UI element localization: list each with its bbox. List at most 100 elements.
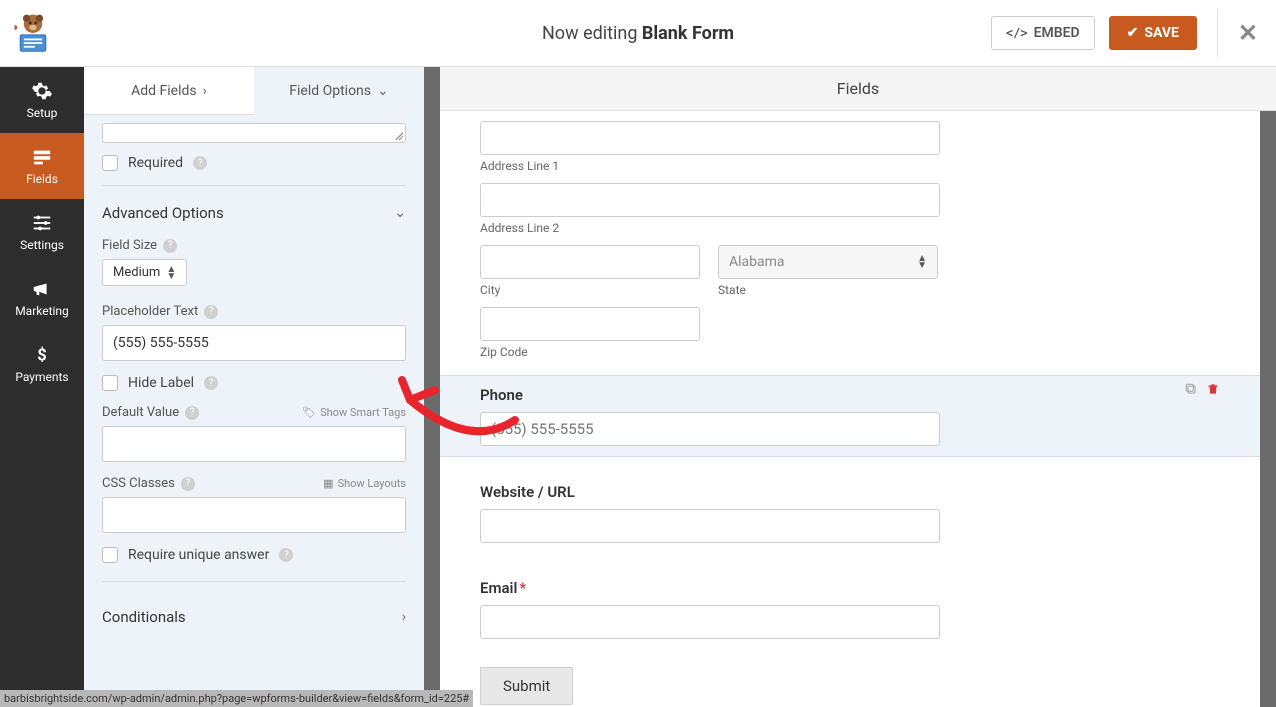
website-label: Website / URL xyxy=(480,483,1220,501)
submit-button[interactable]: Submit xyxy=(480,667,573,705)
address2-input[interactable] xyxy=(480,183,940,217)
state-label: State xyxy=(718,283,938,297)
conditionals-toggle[interactable]: Conditionals › xyxy=(102,594,406,640)
divider xyxy=(102,581,406,582)
show-smart-tags[interactable]: 🏷 Show Smart Tags xyxy=(302,406,406,419)
chevron-right-icon: › xyxy=(402,609,406,625)
field-size-label: Field Size xyxy=(102,238,157,253)
chevron-down-icon: ⌄ xyxy=(394,205,406,221)
email-label: Email xyxy=(480,579,517,597)
description-textarea[interactable] xyxy=(102,123,406,143)
select-value: Medium xyxy=(113,265,160,280)
css-classes-input[interactable] xyxy=(102,497,406,533)
canvas-heading: Fields xyxy=(440,67,1276,111)
close-icon[interactable]: ✕ xyxy=(1238,19,1258,47)
placeholder-label: Placeholder Text xyxy=(102,304,198,319)
tab-add-fields[interactable]: Add Fields › xyxy=(84,67,254,115)
city-label: City xyxy=(480,283,700,297)
status-bar: barbisbrightside.com/wp-admin/admin.php?… xyxy=(0,690,473,707)
required-checkbox[interactable] xyxy=(102,155,118,171)
dollar-icon: $ xyxy=(31,344,53,366)
css-classes-label: CSS Classes xyxy=(102,476,175,491)
help-icon[interactable]: ? xyxy=(204,305,218,319)
chevron-right-icon: › xyxy=(203,83,207,99)
section-label: Conditionals xyxy=(102,608,186,626)
phone-input[interactable] xyxy=(480,412,940,446)
hide-label-checkbox[interactable] xyxy=(102,375,118,391)
fields-icon xyxy=(31,146,53,168)
address1-label: Address Line 1 xyxy=(480,159,1220,173)
state-select[interactable]: Alabama ▲▼ xyxy=(718,245,938,279)
default-value-input[interactable] xyxy=(102,426,406,462)
nav-label: Payments xyxy=(15,370,68,384)
divider xyxy=(102,185,406,186)
chevron-down-icon: ⌄ xyxy=(377,83,389,99)
side-panel: Add Fields › Field Options ⌄ Required ? … xyxy=(84,67,440,707)
section-label: Advanced Options xyxy=(102,204,224,222)
tab-label: Add Fields xyxy=(131,83,197,99)
select-value: Alabama xyxy=(729,254,785,270)
nav-setup[interactable]: Setup xyxy=(0,67,84,133)
nav-label: Settings xyxy=(20,238,64,252)
zip-input[interactable] xyxy=(480,307,700,341)
unique-answer-checkbox[interactable] xyxy=(102,547,118,563)
embed-button[interactable]: </> EMBED xyxy=(991,16,1095,50)
gear-icon xyxy=(31,80,53,102)
nav-label: Fields xyxy=(26,172,58,186)
help-icon[interactable]: ? xyxy=(185,406,199,420)
embed-label: EMBED xyxy=(1034,25,1080,41)
nav-payments[interactable]: $ Payments xyxy=(0,331,84,397)
address1-input[interactable] xyxy=(480,121,940,155)
help-icon[interactable]: ? xyxy=(279,548,293,562)
save-label: SAVE xyxy=(1144,25,1179,41)
grid-icon: ▦ xyxy=(323,477,333,490)
email-input[interactable] xyxy=(480,605,940,639)
placeholder-input[interactable] xyxy=(102,325,406,361)
show-layouts-label: Show Layouts xyxy=(338,477,406,490)
updown-icon: ▲▼ xyxy=(166,266,176,280)
check-icon: ✔ xyxy=(1127,25,1139,41)
topbar: Now editing Blank Form </> EMBED ✔ SAVE … xyxy=(0,0,1276,67)
nav-label: Marketing xyxy=(15,304,69,318)
save-button[interactable]: ✔ SAVE xyxy=(1109,16,1197,50)
trash-icon[interactable] xyxy=(1206,382,1220,396)
nav-marketing[interactable]: Marketing xyxy=(0,265,84,331)
address2-label: Address Line 2 xyxy=(480,221,1220,235)
zip-label: Zip Code xyxy=(480,345,1220,359)
help-icon[interactable]: ? xyxy=(181,477,195,491)
editing-prefix: Now editing xyxy=(542,23,642,44)
phone-label: Phone xyxy=(480,386,1220,404)
tag-icon: 🏷 xyxy=(302,406,316,419)
field-size-select[interactable]: Medium ▲▼ xyxy=(102,259,187,286)
nav-label: Setup xyxy=(27,106,58,120)
advanced-options-toggle[interactable]: Advanced Options ⌄ xyxy=(102,198,406,228)
default-value-label: Default Value xyxy=(102,405,179,420)
left-nav: Setup Fields Settings Marketing $ Paymen… xyxy=(0,67,84,707)
smart-tags-label: Show Smart Tags xyxy=(320,406,406,419)
sliders-icon xyxy=(31,212,53,234)
bullhorn-icon xyxy=(31,278,53,300)
show-layouts[interactable]: ▦ Show Layouts xyxy=(323,477,406,490)
city-input[interactable] xyxy=(480,245,700,279)
code-icon: </> xyxy=(1006,26,1028,40)
app-logo xyxy=(8,8,58,58)
help-icon[interactable]: ? xyxy=(204,376,218,390)
tab-field-options[interactable]: Field Options ⌄ xyxy=(254,67,424,115)
nav-settings[interactable]: Settings xyxy=(0,199,84,265)
updown-icon: ▲▼ xyxy=(917,255,927,269)
phone-field-block[interactable]: Phone xyxy=(440,375,1260,457)
website-input[interactable] xyxy=(480,509,940,543)
heading-text: Fields xyxy=(837,79,879,98)
help-icon[interactable]: ? xyxy=(163,239,177,253)
nav-fields[interactable]: Fields xyxy=(0,133,84,199)
help-icon[interactable]: ? xyxy=(193,156,207,170)
divider xyxy=(1217,9,1218,57)
unique-answer-label: Require unique answer xyxy=(128,547,269,563)
website-field-block[interactable]: Website / URL xyxy=(480,473,1220,553)
svg-text:$: $ xyxy=(37,347,46,366)
duplicate-icon[interactable] xyxy=(1184,382,1198,396)
required-asterisk: * xyxy=(519,579,526,597)
tab-label: Field Options xyxy=(289,83,371,99)
form-canvas: Fields Address Line 1 Address Line 2 Cit… xyxy=(440,67,1276,707)
email-field-block[interactable]: Email* xyxy=(480,569,1220,649)
